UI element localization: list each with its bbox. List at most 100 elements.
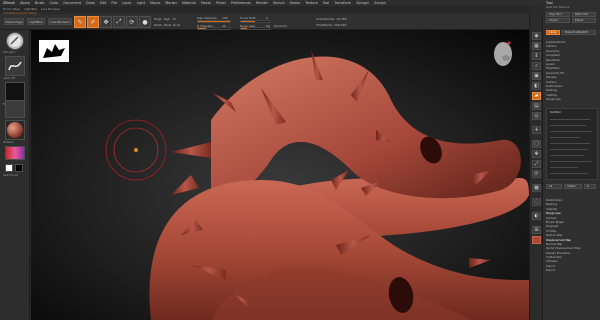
submenu-item[interactable]: Home Page	[3, 7, 20, 11]
edit-button[interactable]: ✎	[74, 16, 86, 28]
subtool-row[interactable]	[550, 119, 590, 120]
copy-tool-button[interactable]: Copy Tool	[546, 12, 570, 17]
menu-item[interactable]: Material	[182, 1, 196, 5]
polyf-button[interactable]: ▩	[532, 184, 541, 192]
zoom-button[interactable]: ⌕	[532, 62, 541, 70]
menu-item[interactable]: Render	[256, 1, 268, 5]
dynamic-persp-button[interactable]	[532, 236, 541, 244]
material-sphere-icon	[7, 122, 23, 138]
menu-item[interactable]: File	[111, 1, 117, 5]
solo-button[interactable]: ◐	[532, 212, 541, 220]
bpr-button[interactable]: ◉	[532, 32, 541, 40]
make-polymesh-button[interactable]: Make PolyMesh3D	[562, 30, 596, 35]
brush-selector[interactable]	[6, 32, 24, 50]
dynamic-toggle[interactable]: Dynamic	[274, 24, 287, 28]
main-color-swatch[interactable]	[5, 164, 13, 172]
draw-button[interactable]: ✐	[87, 16, 99, 28]
menu-item[interactable]: Texture	[305, 1, 317, 5]
menu-item[interactable]: Marker	[165, 1, 177, 5]
menu-item[interactable]: Zscript	[374, 1, 386, 5]
material-selector[interactable]	[5, 120, 25, 140]
menu-item[interactable]: Tool	[323, 1, 330, 5]
visible-button[interactable]: Visible	[564, 184, 582, 189]
menu-item[interactable]: Macro	[150, 1, 160, 5]
rgb-intensity-slider[interactable]	[197, 20, 231, 23]
paste-tool-button[interactable]: Paste Tool	[572, 12, 596, 17]
menu-row[interactable]: Polygroups	[546, 97, 598, 101]
menu-item[interactable]: Layer	[122, 1, 131, 5]
menu-item[interactable]: Transform	[334, 1, 351, 5]
export-button[interactable]: Export	[572, 18, 596, 23]
persp-button[interactable]: ▰	[532, 92, 541, 100]
live-boolean-button[interactable]: Live Boolean	[48, 18, 72, 25]
menu-item[interactable]: Light	[137, 1, 145, 5]
submenu-item[interactable]: Live Boolean	[41, 7, 60, 11]
scale-button[interactable]: ⤢	[113, 16, 125, 28]
menu-row[interactable]: Export	[546, 268, 598, 272]
spix-button[interactable]: ▦	[532, 42, 541, 50]
move-view-button[interactable]: ✥	[532, 150, 541, 158]
aahalf-button[interactable]: ◧	[532, 82, 541, 90]
zcut-toggle[interactable]: Zcut	[173, 23, 180, 27]
zsub-toggle[interactable]: Zsub	[164, 23, 171, 27]
move-icon: ✥	[103, 18, 109, 26]
alpha-selector[interactable]	[5, 82, 25, 102]
tray-subheader: Load Tool Save As	[546, 6, 570, 9]
transp-button[interactable]: ◌	[532, 198, 541, 206]
menu-item[interactable]: Preferences	[231, 1, 251, 5]
rotate-view-button[interactable]: ⟳	[532, 170, 541, 178]
subtool-row[interactable]	[550, 173, 588, 174]
subtool-row[interactable]	[550, 137, 580, 138]
r-button[interactable]: R	[584, 184, 596, 189]
secondary-color-swatch[interactable]	[15, 164, 23, 172]
subtool-row[interactable]	[550, 167, 578, 168]
clone-button[interactable]: Clone	[546, 30, 560, 35]
menu-item[interactable]: Draw	[86, 1, 95, 5]
menu-item[interactable]: Stencil	[273, 1, 284, 5]
all-button[interactable]: All	[546, 184, 562, 189]
lightbox-button[interactable]: LightBox	[27, 18, 45, 25]
rotate-button[interactable]: ⟳	[126, 16, 138, 28]
viewport-canvas[interactable]	[31, 30, 529, 320]
menu-item[interactable]: Brush	[35, 1, 45, 5]
menu-item[interactable]: Stroke	[289, 1, 300, 5]
subtool-row[interactable]	[550, 155, 584, 156]
subtool-row[interactable]	[550, 149, 588, 150]
gradient-selector[interactable]	[5, 146, 25, 160]
switch-color-label[interactable]: SwitchColor	[3, 174, 18, 177]
menu-item[interactable]: Alpha	[20, 1, 30, 5]
frame-button[interactable]: ▢	[532, 140, 541, 148]
menu-item[interactable]: Zplugin	[356, 1, 369, 5]
subtool-row[interactable]	[550, 131, 592, 132]
m-toggle[interactable]: M	[173, 17, 176, 21]
subtool-row[interactable]	[550, 125, 586, 126]
import-button[interactable]: Import	[546, 18, 570, 23]
texture-selector[interactable]	[5, 100, 25, 118]
menu-item[interactable]: Picker	[216, 1, 226, 5]
rgb-toggle[interactable]: Rgb	[164, 17, 170, 21]
material-sphere-button[interactable]: ●	[139, 16, 151, 28]
home-page-button[interactable]: Home Page	[4, 18, 24, 25]
scale-view-button[interactable]: ⤢	[532, 160, 541, 168]
xpose-button[interactable]: ⊞	[532, 226, 541, 234]
focal-shift-slider[interactable]	[240, 20, 270, 23]
actual-button[interactable]: ▣	[532, 72, 541, 80]
submenu-item[interactable]: LightBox	[24, 7, 37, 11]
local-button[interactable]: ◎	[532, 112, 541, 120]
tool-menu-list-lower: Deformation Masking Visibility Polygroup…	[546, 198, 598, 273]
stroke-selector[interactable]	[5, 56, 25, 76]
mrgb-toggle[interactable]: Mrgb	[154, 17, 162, 21]
left-shelf: Standard Alpha Off Texture Off Material …	[0, 30, 30, 320]
scroll-button[interactable]: ⇕	[532, 52, 541, 60]
xyz-button[interactable]: ✛	[532, 126, 541, 134]
menu-item[interactable]: Document	[63, 1, 81, 5]
zadd-toggle[interactable]: Zadd	[154, 23, 162, 27]
subtool-row[interactable]	[550, 161, 592, 162]
floor-button[interactable]: ▤	[532, 102, 541, 110]
menu-item[interactable]: Color	[50, 1, 59, 5]
subtool-row[interactable]	[550, 143, 590, 144]
menu-item[interactable]: Edit	[100, 1, 107, 5]
zbrush-window: ZBrush Alpha Brush Color Document Draw E…	[0, 0, 600, 320]
move-button[interactable]: ✥	[100, 16, 112, 28]
menu-item[interactable]: Movie	[201, 1, 211, 5]
